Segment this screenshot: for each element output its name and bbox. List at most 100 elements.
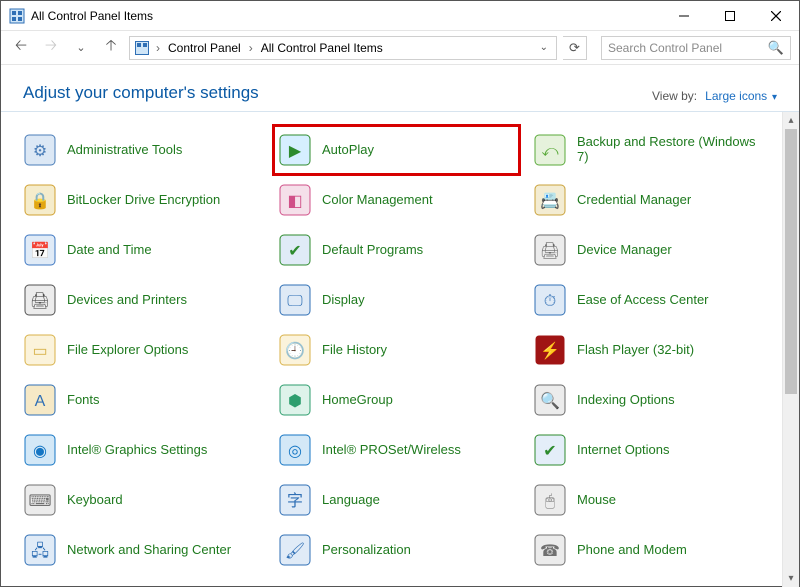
cpl-item[interactable]: ✔Default Programs — [274, 226, 519, 274]
cpl-item-label: Color Management — [322, 193, 433, 208]
cpl-item[interactable]: 🖨Devices and Printers — [19, 276, 264, 324]
cpl-item-label: Device Manager — [577, 243, 672, 258]
cpl-item[interactable]: 🖵Display — [274, 276, 519, 324]
scroll-down-button[interactable]: ▾ — [783, 570, 799, 587]
breadcrumb-current[interactable]: All Control Panel Items — [259, 41, 385, 55]
cpl-item[interactable]: ⌨Keyboard — [19, 476, 264, 524]
svg-text:字: 字 — [287, 492, 303, 510]
search-icon: 🔍 — [768, 40, 784, 56]
view-by-dropdown[interactable]: Large icons ▾ — [705, 89, 777, 103]
cpl-item[interactable]: 🕘 File History — [274, 326, 519, 374]
date-time-icon: 📅 — [23, 233, 57, 267]
scroll-thumb[interactable] — [785, 129, 797, 394]
autoplay-icon: ▶ — [278, 133, 312, 167]
cpl-item[interactable]: ⚡ Flash Player (32-bit) — [529, 326, 774, 374]
address-dropdown-icon[interactable]: ⌄ — [536, 42, 552, 53]
minimize-button[interactable] — [661, 1, 707, 30]
cpl-item-label: Mouse — [577, 493, 616, 508]
recent-locations-button[interactable]: ⌄ — [69, 36, 93, 60]
cpl-item-label: Indexing Options — [577, 393, 675, 408]
content-header: Adjust your computer's settings View by:… — [1, 65, 799, 112]
chevron-right-icon[interactable]: › — [154, 41, 162, 55]
cpl-item[interactable]: ⤺Backup and Restore (Windows 7) — [529, 126, 774, 174]
view-by-label: View by: — [652, 89, 697, 103]
color-management-icon: ◧ — [278, 183, 312, 217]
file-explorer-options-icon: ▭ — [23, 333, 57, 367]
svg-text:☎: ☎ — [540, 543, 560, 560]
cpl-item-label: Intel® Graphics Settings — [67, 443, 207, 458]
scroll-up-button[interactable]: ▴ — [783, 112, 799, 129]
svg-text:✔: ✔ — [543, 443, 556, 460]
maximize-button[interactable] — [707, 1, 753, 30]
credential-manager-icon: 📇 — [533, 183, 567, 217]
control-panel-icon — [134, 40, 150, 56]
cpl-item[interactable]: 📇 Credential Manager — [529, 176, 774, 224]
cpl-item-label: File Explorer Options — [67, 343, 188, 358]
close-button[interactable] — [753, 1, 799, 30]
svg-text:🖱: 🖱 — [545, 492, 555, 510]
search-placeholder: Search Control Panel — [608, 41, 768, 55]
cpl-item-label: Fonts — [67, 393, 100, 408]
breadcrumb-root[interactable]: Control Panel — [166, 41, 243, 55]
svg-text:⌨: ⌨ — [28, 493, 51, 510]
refresh-button[interactable]: ⟳ — [563, 36, 587, 60]
cpl-item-label: Credential Manager — [577, 193, 691, 208]
cpl-item[interactable]: 🖧Network and Sharing Center — [19, 526, 264, 574]
cpl-item-label: BitLocker Drive Encryption — [67, 193, 220, 208]
cpl-item[interactable]: ◉ Intel® Graphics Settings — [19, 426, 264, 474]
vertical-scrollbar[interactable]: ▴ ▾ — [782, 112, 799, 587]
scroll-track[interactable] — [783, 129, 799, 570]
cpl-item[interactable]: ⏱Ease of Access Center — [529, 276, 774, 324]
homegroup-icon: ⬢ — [278, 383, 312, 417]
cpl-item-label: File History — [322, 343, 387, 358]
cpl-item-label: Language — [322, 493, 380, 508]
cpl-item[interactable]: ⬢HomeGroup — [274, 376, 519, 424]
language-icon: 字 — [278, 483, 312, 517]
cpl-item[interactable]: ▭ File Explorer Options — [19, 326, 264, 374]
cpl-item[interactable]: 🖌Personalization — [274, 526, 519, 574]
svg-text:🕘: 🕘 — [285, 341, 305, 360]
svg-text:⚡: ⚡ — [540, 341, 560, 360]
cpl-item[interactable]: ◎Intel® PROSet/Wireless — [274, 426, 519, 474]
admin-tools-icon: ⚙ — [23, 133, 57, 167]
backup-restore-icon: ⤺ — [533, 133, 567, 167]
forward-button[interactable]: 🡢 — [39, 36, 63, 60]
svg-text:▶: ▶ — [289, 143, 302, 160]
titlebar: All Control Panel Items — [1, 1, 799, 31]
address-bar[interactable]: › Control Panel › All Control Panel Item… — [129, 36, 557, 60]
indexing-options-icon: 🔍 — [533, 383, 567, 417]
display-icon: 🖵 — [278, 283, 312, 317]
cpl-item[interactable]: 🔍 Indexing Options — [529, 376, 774, 424]
svg-text:🔒: 🔒 — [30, 192, 50, 210]
file-history-icon: 🕘 — [278, 333, 312, 367]
svg-text:📅: 📅 — [30, 241, 50, 260]
cpl-item[interactable]: ◧ Color Management — [274, 176, 519, 224]
svg-text:◧: ◧ — [287, 193, 302, 210]
cpl-item[interactable]: 🔒 BitLocker Drive Encryption — [19, 176, 264, 224]
cpl-item[interactable]: 🖨 Device Manager — [529, 226, 774, 274]
cpl-item[interactable]: ☎Phone and Modem — [529, 526, 774, 574]
cpl-item-label: Network and Sharing Center — [67, 543, 231, 558]
intel-graphics-icon: ◉ — [23, 433, 57, 467]
cpl-item[interactable]: ▶ AutoPlay — [274, 126, 519, 174]
svg-text:✔: ✔ — [288, 243, 301, 260]
cpl-item[interactable]: ✔Internet Options — [529, 426, 774, 474]
devices-printers-icon: 🖨 — [23, 283, 57, 317]
cpl-item-label: Flash Player (32-bit) — [577, 343, 694, 358]
device-manager-icon: 🖨 — [533, 233, 567, 267]
up-button[interactable]: 🡡 — [99, 36, 123, 60]
cpl-item-label: Personalization — [322, 543, 411, 558]
cpl-item-label: AutoPlay — [322, 143, 374, 158]
bitlocker-icon: 🔒 — [23, 183, 57, 217]
cpl-item[interactable]: 📅 Date and Time — [19, 226, 264, 274]
cpl-item[interactable]: AFonts — [19, 376, 264, 424]
back-button[interactable]: 🡠 — [9, 36, 33, 60]
ease-of-access-icon: ⏱ — [533, 283, 567, 317]
svg-text:▭: ▭ — [32, 343, 47, 360]
search-box[interactable]: Search Control Panel 🔍 — [601, 36, 791, 60]
cpl-item-label: Date and Time — [67, 243, 152, 258]
cpl-item[interactable]: 🖱 Mouse — [529, 476, 774, 524]
cpl-item[interactable]: 字 Language — [274, 476, 519, 524]
chevron-right-icon[interactable]: › — [247, 41, 255, 55]
cpl-item[interactable]: ⚙Administrative Tools — [19, 126, 264, 174]
